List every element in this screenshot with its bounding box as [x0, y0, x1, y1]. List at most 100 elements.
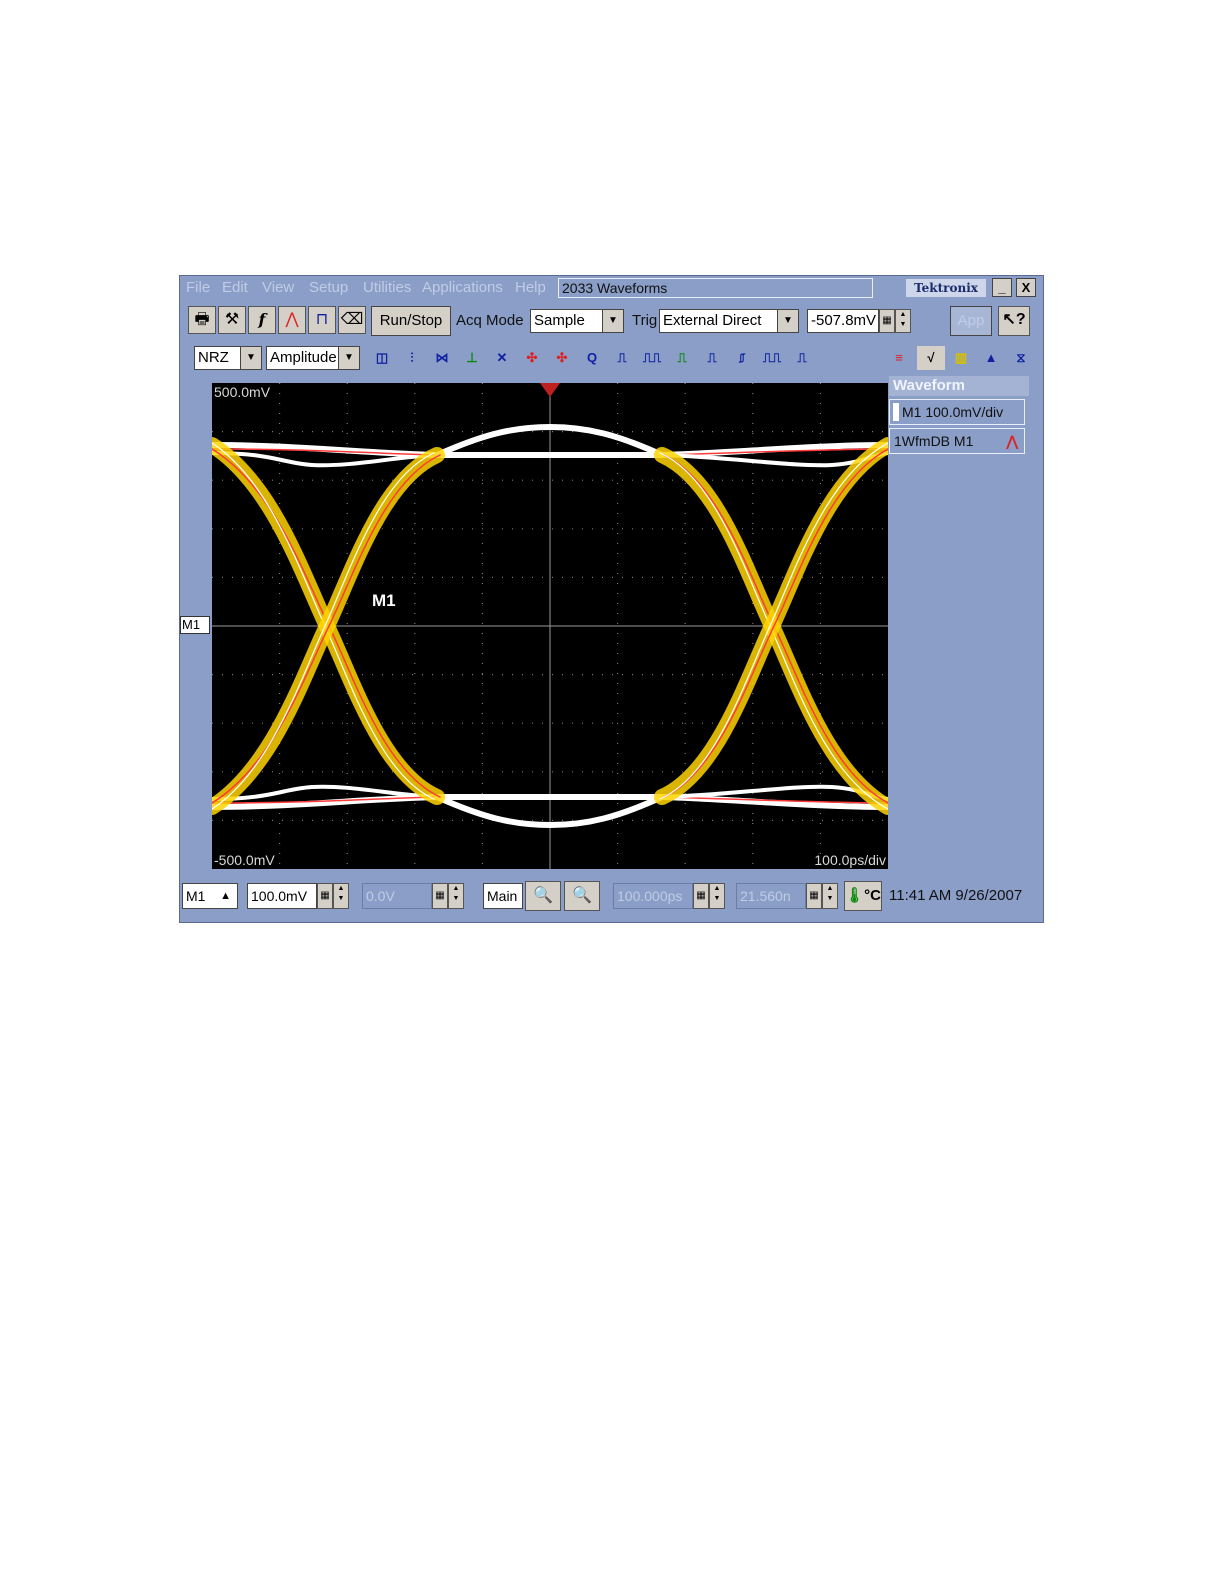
menu-applications[interactable]: Applications: [422, 279, 503, 296]
measure-eye-height-icon[interactable]: ✣: [518, 346, 546, 370]
keypad-icon[interactable]: ▦: [432, 883, 448, 909]
trigger-source-value: External Direct: [663, 312, 762, 329]
measure-eye-icon[interactable]: ◫: [368, 346, 396, 370]
view-value: Main: [487, 888, 518, 904]
measurement-value: Amplitude: [270, 349, 337, 366]
measure-eye-width-icon[interactable]: ✣: [548, 346, 576, 370]
vertical-scale-spinner[interactable]: ▲ ▼: [333, 883, 349, 909]
trace-marker-label: M1: [182, 617, 201, 632]
acq-mode-value: Sample: [534, 312, 585, 329]
trig-label: Trig: [632, 312, 658, 329]
tektronix-logo: Tektronix: [906, 279, 986, 297]
tab-mask-icon[interactable]: ▥: [947, 346, 975, 370]
keypad-icon[interactable]: ▦: [806, 883, 822, 909]
menu-view[interactable]: View: [262, 279, 294, 296]
measure-histogram-icon[interactable]: ⫶: [398, 346, 426, 370]
horizontal-delay-spinner[interactable]: ▲ ▼: [822, 883, 838, 909]
trigger-level-value: -507.8mV: [811, 312, 877, 329]
acq-mode-select[interactable]: Sample ▼: [530, 309, 624, 333]
measure-width-icon[interactable]: ⎍: [698, 346, 726, 370]
waveform-row-index: 1: [894, 433, 902, 449]
keypad-icon[interactable]: ▦: [317, 883, 333, 909]
horizontal-position-spinner[interactable]: ▲ ▼: [709, 883, 725, 909]
keypad-icon[interactable]: ▦: [693, 883, 709, 909]
measure-level-icon[interactable]: ⊥: [458, 346, 486, 370]
zoom-1-icon[interactable]: 🔍: [525, 881, 561, 911]
source-value: M1: [186, 888, 206, 904]
measure-rise-icon[interactable]: ⎍: [668, 346, 696, 370]
chevron-down-icon: ▼: [777, 310, 798, 332]
window-title: 2033 Waveforms: [558, 278, 873, 298]
help-icon[interactable]: ↖?: [998, 306, 1030, 336]
measure-freq-icon[interactable]: ⎍⎍: [758, 346, 786, 370]
eye-diagram: [212, 383, 888, 869]
oscilloscope-window: File Edit View Setup Utilities Applicati…: [179, 275, 1044, 923]
measure-pulse-icon[interactable]: ⎍: [608, 346, 636, 370]
tab-cursor-icon[interactable]: ⧖: [1007, 346, 1035, 370]
trigger-level-input[interactable]: -507.8mV: [807, 309, 879, 333]
source-select[interactable]: M1 ▲: [182, 883, 238, 909]
vertical-top-label: 500.0mV: [214, 384, 271, 400]
app-button[interactable]: App: [950, 306, 992, 336]
scope-display[interactable]: 500.0mV -500.0mV 100.0ps/div M1: [212, 383, 888, 869]
menu-help[interactable]: Help: [515, 279, 546, 296]
chevron-down-icon: ▼: [602, 310, 623, 332]
waveform-marker-label: M1: [372, 591, 396, 610]
waveform-db-icon: ⋀: [1006, 433, 1018, 449]
signal-type-value: NRZ: [198, 349, 229, 366]
waveform-row-wfmdb[interactable]: 1WfmDB M1 ⋀: [889, 428, 1025, 454]
trace-position-marker[interactable]: M1: [180, 616, 210, 634]
zoom-2-icon[interactable]: 🔍: [564, 881, 600, 911]
trigger-source-select[interactable]: External Direct ▼: [659, 309, 799, 333]
measure-q-icon[interactable]: Q: [578, 346, 606, 370]
measure-duty-icon[interactable]: ⎎: [728, 346, 756, 370]
offset-spinner[interactable]: ▲ ▼: [448, 883, 464, 909]
acq-mode-label: Acq Mode: [456, 312, 524, 329]
waveform-row-m1-label: M1 100.0mV/div: [902, 404, 1004, 420]
waveform-row-m1[interactable]: M1 100.0mV/div: [889, 399, 1025, 425]
vertical-bottom-label: -500.0mV: [214, 852, 275, 868]
menu-bar: File Edit View Setup Utilities Applicati…: [180, 276, 1043, 300]
menu-utilities[interactable]: Utilities: [363, 279, 411, 296]
chevron-down-icon: ▼: [338, 347, 359, 369]
horizontal-delay-value: 21.560n: [740, 888, 791, 904]
keypad-icon[interactable]: ▦: [879, 309, 895, 333]
trigger-level-spinner[interactable]: ▲ ▼: [895, 309, 911, 333]
side-panel-header: Waveform: [889, 376, 1029, 396]
tab-measure-icon[interactable]: ≡: [885, 346, 913, 370]
measure-period-icon[interactable]: ⎍⎍: [638, 346, 666, 370]
tab-histogram-icon[interactable]: ▲: [977, 346, 1005, 370]
row-indicator: [893, 403, 899, 421]
measurement-select[interactable]: Amplitude ▼: [266, 346, 360, 370]
waveform-db-icon[interactable]: ⋀: [278, 306, 306, 334]
horizontal-delay-input[interactable]: 21.560n: [736, 883, 806, 909]
menu-edit[interactable]: Edit: [222, 279, 248, 296]
vertical-scale-value: 100.0mV: [251, 888, 308, 904]
eraser-icon[interactable]: ⌫: [338, 306, 366, 334]
tab-waveform-icon[interactable]: √: [917, 346, 945, 370]
tools-icon[interactable]: ⚒: [218, 306, 246, 334]
date-time: 11:41 AM 9/26/2007: [889, 887, 1023, 904]
temperature-button[interactable]: 🌡°C: [844, 881, 882, 911]
thermometer-icon: 🌡: [845, 887, 865, 904]
math-function-icon[interactable]: f: [248, 306, 276, 334]
trigger-position-marker[interactable]: [540, 383, 560, 397]
minimize-button[interactable]: _: [992, 278, 1012, 297]
vertical-scale-input[interactable]: 100.0mV: [247, 883, 317, 909]
run-stop-button[interactable]: Run/Stop: [371, 306, 451, 336]
horizontal-position-input[interactable]: 100.000ps: [613, 883, 693, 909]
pulse-measure-icon[interactable]: ⊓: [308, 306, 336, 334]
menu-file[interactable]: File: [186, 279, 210, 296]
measure-burst-icon[interactable]: ⎍: [788, 346, 816, 370]
chevron-down-icon: ▼: [240, 347, 261, 369]
offset-input[interactable]: 0.0V: [362, 883, 432, 909]
menu-setup[interactable]: Setup: [309, 279, 348, 296]
timebase-label: 100.0ps/div: [814, 852, 886, 868]
view-select[interactable]: Main: [483, 883, 523, 909]
measure-jitter-icon[interactable]: ✕: [488, 346, 516, 370]
chevron-up-icon: ▲: [220, 890, 231, 902]
close-button[interactable]: X: [1016, 278, 1036, 297]
measure-crossing-icon[interactable]: ⋈: [428, 346, 456, 370]
print-icon[interactable]: 🖶: [188, 306, 216, 334]
signal-type-select[interactable]: NRZ ▼: [194, 346, 262, 370]
